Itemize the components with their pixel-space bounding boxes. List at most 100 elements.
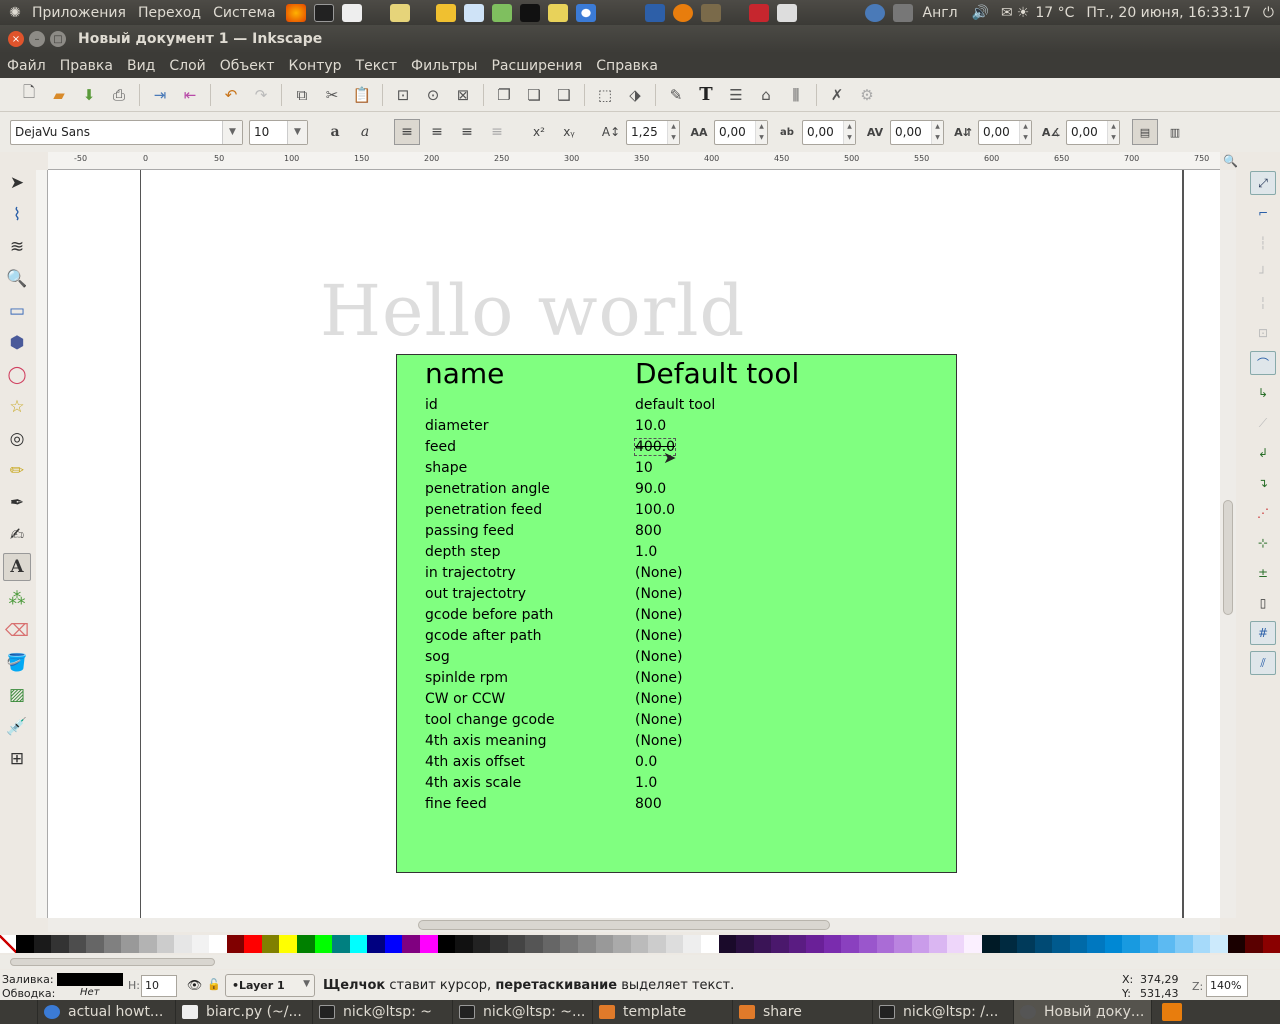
keyboard-icon[interactable] [892,3,913,22]
mail-icon[interactable]: ✉ [1001,5,1013,21]
table-row-value[interactable]: (None) [635,691,682,707]
table-row-key[interactable]: fine feed [425,796,487,812]
color-swatch[interactable] [455,935,473,953]
color-swatch[interactable] [859,935,877,953]
rectangle-tool-icon[interactable]: ▭ [3,297,31,325]
horizontal-scrollbar[interactable] [48,918,1220,932]
lock-icon[interactable]: 🔓 [207,978,221,991]
table-row-value[interactable]: (None) [635,586,682,602]
color-swatch[interactable] [999,935,1018,953]
close-icon[interactable]: × [8,31,24,47]
color-swatch[interactable] [1227,935,1246,953]
fill-swatch[interactable] [57,973,123,986]
opacity-input[interactable]: 10 [141,975,177,997]
color-swatch[interactable] [68,935,87,953]
color-swatch[interactable] [525,935,543,953]
menu-filters[interactable]: Фильтры [404,58,484,74]
task-editor[interactable]: biarc.py (~/... [176,1000,313,1024]
horizontal-kern-input[interactable]: 0,00 ▲ ▼ [890,119,944,145]
download-launcher-icon[interactable] [776,3,797,22]
align-center-icon[interactable]: ≡ [424,119,450,145]
cut-icon[interactable]: ✂ [321,84,343,106]
paint-bucket-tool-icon[interactable]: 🪣 [3,649,31,677]
table-row-value[interactable]: 1.0 [635,775,657,791]
color-swatch[interactable] [86,935,104,953]
snap-page-border-icon[interactable]: ▯ [1250,591,1276,615]
eye-icon[interactable]: 👁 [187,978,202,992]
color-swatch[interactable] [736,935,754,953]
color-swatch[interactable] [367,935,385,953]
snap-grids-icon[interactable]: # [1250,621,1276,645]
layers-icon[interactable]: ☰ [725,84,747,106]
table-row-value[interactable]: 800 [635,796,662,812]
zoom-selection-icon[interactable]: ⊡ [392,84,414,106]
snap-rotation-centers-icon[interactable]: ± [1250,561,1276,585]
color-swatch[interactable] [437,935,456,953]
task-folder-share[interactable]: share [733,1000,873,1024]
ellipse-tool-icon[interactable]: ◯ [3,361,31,389]
snap-nodes-icon[interactable]: ⌒ [1250,351,1276,375]
connector-tool-icon[interactable]: ⊞ [3,745,31,773]
weather-icon[interactable]: ☀ [1017,5,1030,21]
snap-guides-icon[interactable]: ⫽ [1250,651,1276,675]
color-swatch[interactable] [648,935,666,953]
power-icon[interactable]: ⏻ [1263,5,1274,21]
color-swatch[interactable] [929,935,947,953]
table-row-key[interactable]: depth step [425,544,500,560]
color-swatch[interactable] [1245,935,1263,953]
align-left-icon[interactable]: ≡ [394,119,420,145]
table-row-value[interactable]: 0.0 [635,754,657,770]
color-swatch[interactable] [209,935,227,953]
menu-system[interactable]: Система [207,5,281,21]
color-swatch[interactable] [560,935,578,953]
selector-tool-icon[interactable]: ➤ [3,169,31,197]
color-swatch[interactable] [279,935,297,953]
network-icon[interactable] [864,3,885,22]
menu-layer[interactable]: Слой [162,58,212,74]
table-row-key[interactable]: sog [425,649,450,665]
horizontal-text-icon[interactable]: ▤ [1132,119,1158,145]
color-swatch[interactable] [1175,935,1193,953]
table-row-value[interactable]: (None) [635,607,682,623]
table-row-key[interactable]: gcode before path [425,607,553,623]
table-row-value[interactable]: (None) [635,565,682,581]
menu-extensions[interactable]: Расширения [484,58,589,74]
color-swatch[interactable] [349,935,368,953]
color-swatch[interactable] [384,935,403,953]
color-swatch[interactable] [841,935,859,953]
task-inkscape[interactable]: Новый доку... [1014,1000,1152,1024]
eraser-tool-icon[interactable]: ⌫ [3,617,31,645]
undo-icon[interactable]: ↶ [220,84,242,106]
pen-tool-icon[interactable]: ✒ [3,489,31,517]
color-swatch[interactable] [1140,935,1158,953]
minimize-icon[interactable]: – [29,31,45,47]
task-terminal-3[interactable]: nick@ltsp: /... [873,1000,1014,1024]
node-tool-icon[interactable]: ⌇ [3,201,31,229]
color-swatch[interactable] [700,935,719,953]
menu-view[interactable]: Вид [120,58,162,74]
table-row-value[interactable]: (None) [635,670,682,686]
task-folder-template[interactable]: template [593,1000,733,1024]
snap-bbox-edges-icon[interactable]: ┆ [1250,231,1276,255]
editor-launcher-icon[interactable] [341,3,362,22]
table-row-value[interactable]: (None) [635,628,682,644]
color-swatch[interactable] [244,935,262,953]
font-family-select[interactable]: DejaVu Sans ▼ [10,119,243,145]
tweak-tool-icon[interactable]: ≋ [3,233,31,261]
task-terminal-2[interactable]: nick@ltsp: ~... [453,1000,593,1024]
zoom-drawing-icon[interactable]: ⊙ [422,84,444,106]
ubuntu-logo-icon[interactable]: ✺ [4,5,26,21]
color-swatch[interactable] [876,935,895,953]
blender-launcher-icon[interactable] [672,3,693,22]
chrome-launcher-icon[interactable] [575,3,596,22]
color-swatch[interactable] [419,935,438,953]
color-swatch[interactable] [753,935,772,953]
redo-icon[interactable]: ↷ [250,84,272,106]
color-swatch[interactable] [1069,935,1088,953]
color-swatch[interactable] [314,935,333,953]
table-row-key[interactable]: tool change gcode [425,712,555,728]
color-swatch[interactable] [138,935,157,953]
vertical-ruler[interactable] [36,170,48,918]
color-swatch[interactable] [578,935,596,953]
color-swatch[interactable] [542,935,561,953]
